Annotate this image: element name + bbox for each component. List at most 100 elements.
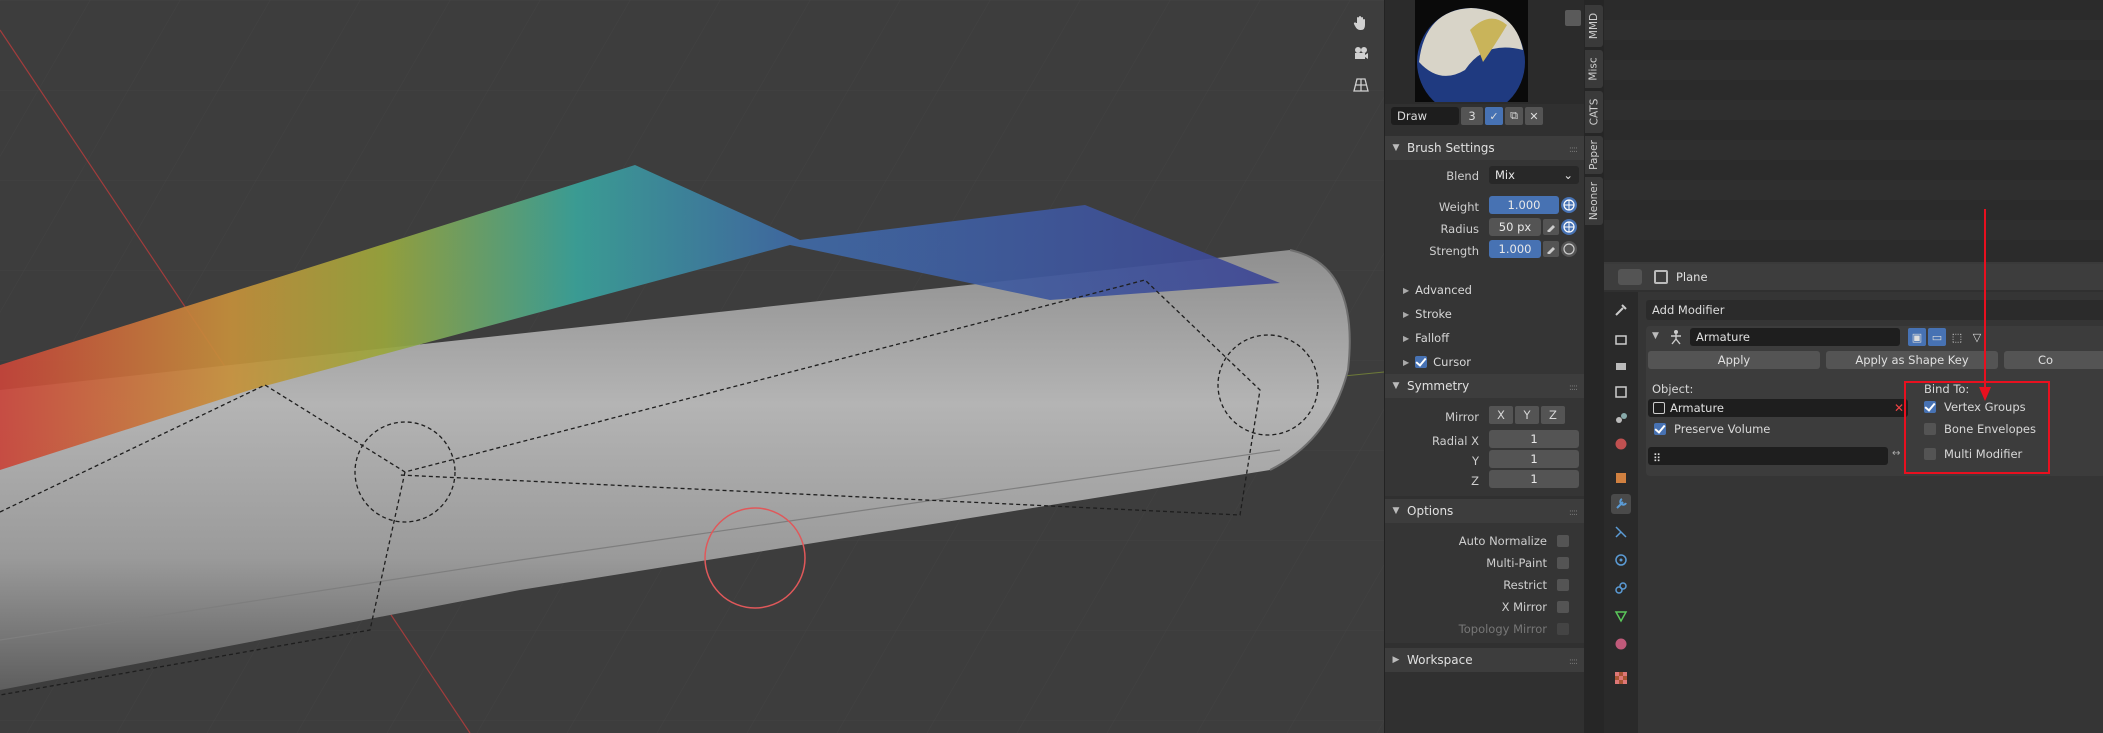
properties-tabs xyxy=(1604,292,1638,733)
strength-label: Strength xyxy=(1429,244,1479,258)
realtime-display-icon[interactable]: ▭ xyxy=(1928,328,1946,346)
chevron-down-icon: ⌄ xyxy=(1563,168,1573,182)
mirror-z-toggle[interactable]: Z xyxy=(1541,406,1565,424)
multi-paint-checkbox[interactable] xyxy=(1557,557,1569,569)
symmetry-header[interactable]: ▼ Symmetry :::: xyxy=(1385,374,1585,398)
tool-sidebar: Draw 3 ✓ ⧉ ✕ ▼ Brush Settings :::: Blend… xyxy=(1384,0,1585,733)
tab-paper[interactable]: Paper xyxy=(1585,136,1603,174)
outliner-row[interactable] xyxy=(1604,100,2103,120)
pressure-pen-icon[interactable] xyxy=(1543,241,1559,257)
x-mirror-checkbox[interactable] xyxy=(1557,601,1569,613)
unlink-close-icon[interactable]: ✕ xyxy=(1525,107,1543,125)
outliner-row[interactable] xyxy=(1604,180,2103,200)
radius-field[interactable]: 50 px xyxy=(1489,218,1541,236)
clear-x-icon[interactable]: ✕ xyxy=(1894,399,1904,417)
options-header[interactable]: ▼ Options :::: xyxy=(1385,499,1585,523)
mirror-y-toggle[interactable]: Y xyxy=(1515,406,1539,424)
outliner-row[interactable] xyxy=(1604,20,2103,40)
preserve-volume-option[interactable]: Preserve Volume xyxy=(1654,422,1770,436)
outliner-row[interactable] xyxy=(1604,60,2103,80)
unified-globe-icon[interactable] xyxy=(1561,219,1577,235)
falloff-subpanel[interactable]: ▶ Falloff xyxy=(1403,331,1449,345)
physics-tab-icon[interactable] xyxy=(1611,550,1631,570)
restrict-checkbox[interactable] xyxy=(1557,579,1569,591)
radial-x-field[interactable]: 1 xyxy=(1489,430,1579,448)
modifier-wrench-icon[interactable] xyxy=(1611,494,1631,514)
duplicate-brush-icon[interactable]: ⧉ xyxy=(1505,107,1523,125)
brush-user-count[interactable]: 3 xyxy=(1461,107,1483,125)
preserve-volume-checkbox[interactable] xyxy=(1654,423,1666,435)
add-modifier-dropdown[interactable]: Add Modifier xyxy=(1646,300,2103,320)
render-camera-icon[interactable]: ▣ xyxy=(1908,328,1926,346)
cursor-checkbox[interactable] xyxy=(1415,356,1428,368)
drag-grip-icon[interactable]: :::: xyxy=(1569,383,1578,393)
tab-cats[interactable]: CATS xyxy=(1585,91,1603,133)
advanced-subpanel[interactable]: ▶ Advanced xyxy=(1403,283,1472,297)
invert-arrows-icon[interactable]: ↔ xyxy=(1892,448,1900,459)
render-tab-icon[interactable] xyxy=(1611,330,1631,350)
blend-dropdown[interactable]: Mix ⌄ xyxy=(1489,166,1579,184)
brush-thumbnail[interactable] xyxy=(1415,0,1528,102)
radial-z-field[interactable]: 1 xyxy=(1489,470,1579,488)
drag-grip-icon[interactable]: :::: xyxy=(1569,145,1578,155)
particles-tab-icon[interactable] xyxy=(1611,522,1631,542)
tool-tab-icon[interactable] xyxy=(1611,300,1631,320)
material-tab-icon[interactable] xyxy=(1611,634,1631,654)
modifier-name-field[interactable]: Armature xyxy=(1690,328,1900,346)
world-tab-icon[interactable] xyxy=(1611,434,1631,454)
editor-type-icon[interactable] xyxy=(1618,269,1642,285)
multi-paint-option[interactable]: Multi-Paint xyxy=(1486,556,1569,570)
object-field[interactable]: Armature ✕ xyxy=(1648,399,1908,417)
object-tab-icon[interactable] xyxy=(1611,468,1631,488)
constraints-tab-icon[interactable] xyxy=(1611,578,1631,598)
tab-neoner[interactable]: Neoner xyxy=(1585,177,1603,225)
outliner-row[interactable] xyxy=(1604,140,2103,160)
camera-view-icon[interactable] xyxy=(1348,41,1374,67)
brush-settings-header[interactable]: ▼ Brush Settings :::: xyxy=(1385,136,1585,160)
view-layer-tab-icon[interactable] xyxy=(1611,382,1631,402)
workspace-header[interactable]: ▶ Workspace :::: xyxy=(1385,648,1585,672)
cursor-subpanel[interactable]: ▶ Cursor xyxy=(1403,355,1471,369)
drag-grip-icon[interactable]: :::: xyxy=(1569,508,1578,518)
pressure-pen-icon[interactable] xyxy=(1543,219,1559,235)
pan-hand-icon[interactable] xyxy=(1348,10,1374,36)
scene-tab-icon[interactable] xyxy=(1611,408,1631,428)
vertex-group-field[interactable]: ⠿ xyxy=(1648,447,1888,465)
workspace-title: Workspace xyxy=(1407,653,1473,667)
unified-globe-icon[interactable] xyxy=(1561,241,1577,257)
outliner-row[interactable] xyxy=(1604,220,2103,240)
radial-y-label: Y xyxy=(1471,454,1479,468)
restrict-option[interactable]: Restrict xyxy=(1503,578,1569,592)
brush-name-field[interactable]: Draw xyxy=(1391,107,1459,125)
image-browse-icon[interactable] xyxy=(1565,10,1581,26)
data-tab-icon[interactable] xyxy=(1611,606,1631,626)
fake-user-shield-icon[interactable]: ✓ xyxy=(1485,107,1503,125)
tab-mmd[interactable]: MMD xyxy=(1585,5,1603,47)
texture-tab-icon[interactable] xyxy=(1611,668,1631,688)
annotation-arrow xyxy=(1979,209,1991,401)
mirror-x-toggle[interactable]: X xyxy=(1489,406,1513,424)
collapse-arrow-icon[interactable]: ▼ xyxy=(1652,331,1659,341)
x-mirror-option[interactable]: X Mirror xyxy=(1502,600,1569,614)
outliner-area[interactable] xyxy=(1604,0,2103,262)
apply-button[interactable]: Apply xyxy=(1648,351,1820,369)
auto-normalize-checkbox[interactable] xyxy=(1557,535,1569,547)
weight-field[interactable]: 1.000 xyxy=(1489,196,1559,214)
tab-misc[interactable]: Misc xyxy=(1585,50,1603,88)
blend-value: Mix xyxy=(1495,168,1515,182)
copy-button[interactable]: Co xyxy=(2004,351,2103,369)
radius-label: Radius xyxy=(1440,222,1479,236)
radial-x-label: Radial X xyxy=(1431,434,1479,448)
auto-normalize-option[interactable]: Auto Normalize xyxy=(1459,534,1569,548)
perspective-grid-icon[interactable] xyxy=(1348,72,1374,98)
unified-globe-icon[interactable] xyxy=(1561,197,1577,213)
output-tab-icon[interactable] xyxy=(1611,356,1631,376)
strength-field[interactable]: 1.000 xyxy=(1489,240,1541,258)
radial-y-field[interactable]: 1 xyxy=(1489,450,1579,468)
brush-preview-area xyxy=(1385,0,1585,104)
drag-grip-icon[interactable]: :::: xyxy=(1569,657,1578,667)
sidebar-tabs: MMD Misc CATS Paper Neoner xyxy=(1584,0,1604,733)
stroke-subpanel[interactable]: ▶ Stroke xyxy=(1403,307,1452,321)
object-cube-icon xyxy=(1654,270,1668,284)
3d-viewport[interactable] xyxy=(0,0,1384,733)
